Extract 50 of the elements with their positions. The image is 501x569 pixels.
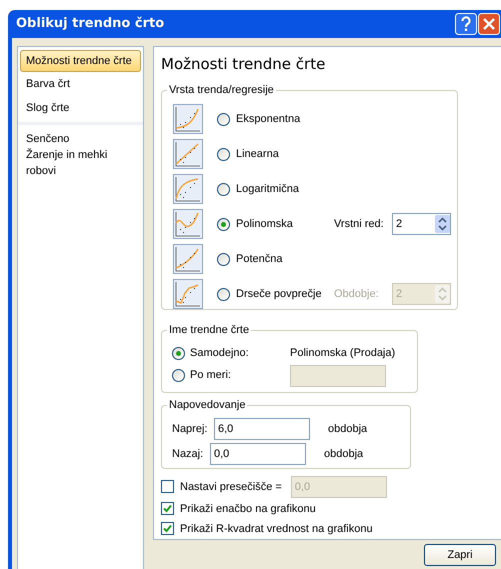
auto-name-text: Polinomska (Prodaja) xyxy=(290,346,396,362)
trend-chart-icon xyxy=(173,104,203,134)
option-label: Samodejno: xyxy=(190,346,250,362)
field-label: Nazaj: xyxy=(172,447,204,462)
window-title: Oblikuj trendno črto xyxy=(16,15,164,34)
group-legend: Vrsta trenda/regresije xyxy=(167,82,276,96)
radio-button[interactable] xyxy=(172,369,185,382)
option-label: Polinomska xyxy=(236,216,294,232)
radio-button[interactable] xyxy=(217,148,230,160)
radio-button[interactable] xyxy=(217,112,230,126)
unit-label: obdobja xyxy=(328,422,368,438)
field-label: Obdobje: xyxy=(334,286,380,302)
checkbox-label: Nastavi presečišče = xyxy=(180,480,282,495)
field-label: Naprej: xyxy=(172,422,208,438)
close-button[interactable]: Zapri xyxy=(424,544,496,566)
panel-heading: Možnosti trendne črte xyxy=(161,54,326,75)
radio-button[interactable] xyxy=(172,347,185,360)
trend-chart-icon xyxy=(173,209,203,239)
radio-button[interactable] xyxy=(217,182,230,196)
input-field[interactable]: 0,0 xyxy=(210,443,306,466)
group-legend: Napovedovanje xyxy=(167,398,248,412)
input-field[interactable]: 6,0 xyxy=(214,418,310,440)
option-label: Linearna xyxy=(236,146,280,162)
radio-button[interactable] xyxy=(217,218,230,230)
trend-chart-icon xyxy=(173,244,203,274)
spinner-arrows-icon[interactable] xyxy=(435,215,450,233)
spin-field[interactable]: 2 xyxy=(392,213,451,235)
sidebar-item[interactable]: Barva črt xyxy=(20,72,141,96)
help-icon[interactable] xyxy=(455,13,477,35)
radio-button[interactable] xyxy=(217,252,230,266)
trend-chart-icon xyxy=(173,279,203,309)
radio-button[interactable] xyxy=(217,288,230,300)
checkbox-label: Prikaži enačbo na grafikonu xyxy=(180,502,316,517)
checkbox[interactable] xyxy=(161,522,174,536)
trend-chart-icon xyxy=(173,139,203,169)
close-icon[interactable] xyxy=(478,13,500,35)
option-label: Eksponentna xyxy=(236,112,302,127)
unit-label: obdobja xyxy=(324,447,364,462)
checkbox-label: Prikaži R-kvadrat vrednost na grafikonu xyxy=(180,522,373,537)
checkbox[interactable] xyxy=(161,480,174,494)
sidebar-item[interactable]: Slog črte xyxy=(20,96,141,120)
option-label: Drseče povprečje xyxy=(236,286,323,302)
option-label: Po meri: xyxy=(190,368,232,384)
checkbox[interactable] xyxy=(161,502,174,516)
input-field[interactable] xyxy=(290,364,386,387)
option-label: Potenčna xyxy=(236,252,284,267)
field-label: Vrstni red: xyxy=(334,216,385,232)
sidebar-item[interactable]: Možnosti trendne črte xyxy=(20,50,141,72)
trend-chart-icon xyxy=(173,174,203,204)
option-label: Logaritmična xyxy=(236,182,300,197)
